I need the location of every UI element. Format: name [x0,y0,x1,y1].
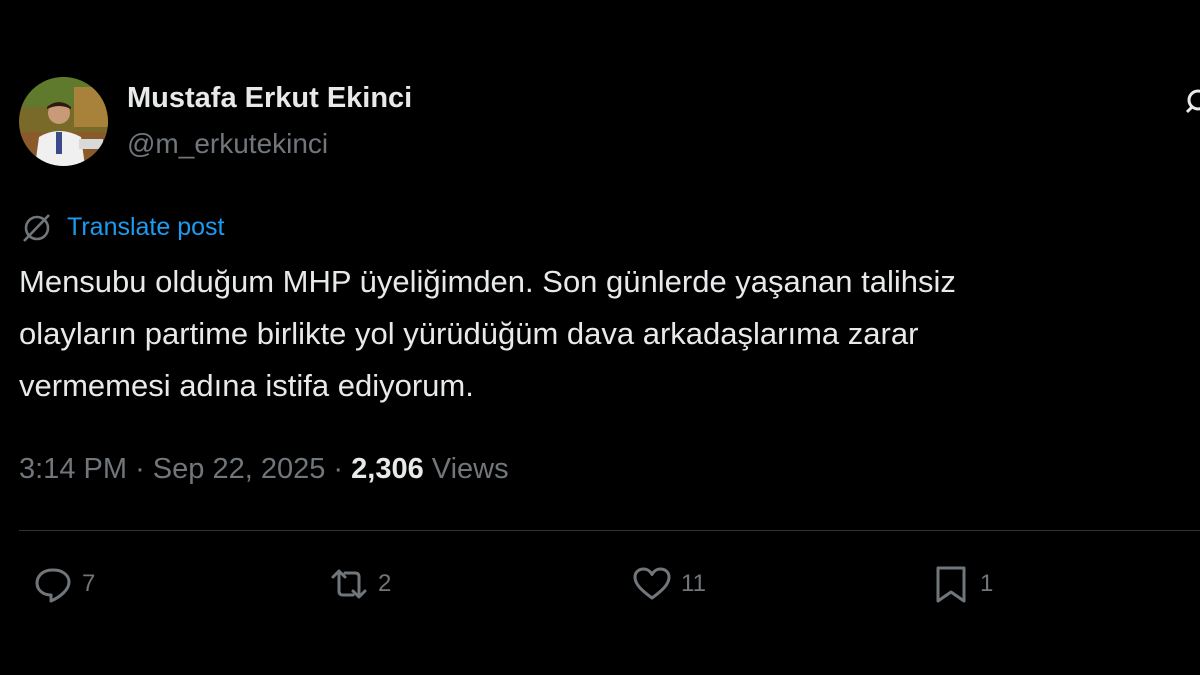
reply-count: 7 [82,570,96,597]
meta-separator: · [333,453,344,485]
post-text: Mensubu olduğum MHP üyeliğimden. Son gün… [19,256,1200,412]
author-handle[interactable]: @m_erkutekinci [127,128,328,160]
author-avatar[interactable] [19,77,108,166]
views-label[interactable]: Views [432,453,509,485]
like-button[interactable]: 11 [631,562,706,606]
views-count[interactable]: 2,306 [351,453,424,485]
post-date[interactable]: Sep 22, 2025 [153,453,326,485]
heart-icon [633,567,671,600]
bookmark-button[interactable]: 1 [930,562,993,606]
meta-separator: · [135,453,145,485]
reply-button[interactable]: 7 [32,562,95,606]
post-text-line: vermemesi adına istifa ediyorum. [19,368,474,403]
translate-post-label: Translate post [67,212,225,241]
bookmark-icon [936,566,966,603]
post-time[interactable]: 3:14 PM [19,453,127,485]
translate-post-link[interactable]: Translate post [20,210,224,244]
reply-icon [35,568,71,603]
post-meta: 3:14 PM · Sep 22, 2025 · 2,306 Views [19,453,509,486]
post-text-line: olayların partime birlikte yol yürüdüğüm… [19,316,919,351]
bookmark-count: 1 [980,570,994,597]
avatar-photo-icon [19,77,108,166]
post-text-line: Mensubu olduğum MHP üyeliğimden. Son gün… [19,264,956,299]
globe-icon [23,213,50,242]
divider [19,530,1200,531]
author-display-name[interactable]: Mustafa Erkut Ekinci [127,82,412,115]
repost-count: 2 [378,570,392,597]
repost-icon [331,569,367,599]
repost-button[interactable]: 2 [328,562,391,606]
grok-icon[interactable] [1184,86,1200,116]
like-count: 11 [681,570,706,597]
